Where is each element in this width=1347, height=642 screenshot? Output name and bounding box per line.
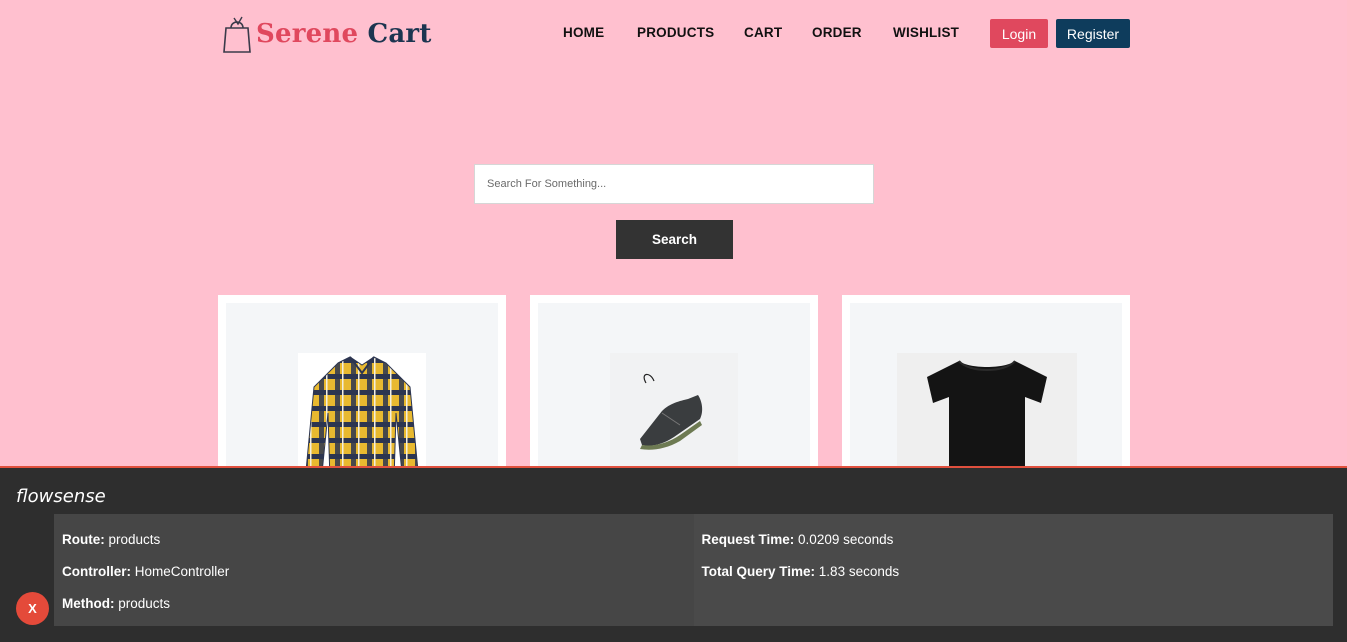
nav-cart[interactable]: CART [744,25,782,40]
product-card-sneaker[interactable] [530,295,818,475]
brand-logo[interactable]: Serene Cart [222,14,432,54]
product-card-tshirt[interactable] [842,295,1130,475]
debug-controller: Controller: HomeController [62,556,686,588]
debug-close-button[interactable]: X [16,592,49,625]
debug-query-time: Total Query Time: 1.83 seconds [702,556,1326,588]
debug-col-right: Request Time: 0.0209 seconds Total Query… [693,514,1333,626]
debug-request-time: Request Time: 0.0209 seconds [702,524,1326,556]
debug-query-time-label: Total Query Time: [701,564,816,579]
product-image-frame [538,303,810,467]
debug-request-time-value: 0.0209 seconds [798,532,894,547]
debug-route-label: Route: [62,532,105,547]
product-image-frame [226,303,498,467]
shopping-bag-icon [222,14,252,54]
brand-word-cart: Cart [367,19,432,49]
debug-request-time-label: Request Time: [701,532,795,547]
debug-method-value: products [118,596,171,611]
register-button[interactable]: Register [1056,19,1130,48]
plaid-shirt-image [298,353,426,467]
debug-method-label: Method: [62,596,115,611]
tshirt-image [897,353,1077,467]
nav-products[interactable]: PRODUCTS [637,25,714,40]
search-button[interactable]: Search [616,220,733,259]
debug-query-time-value: 1.83 seconds [818,564,900,579]
nav-order[interactable]: ORDER [812,25,862,40]
nav-wishlist[interactable]: WISHLIST [893,25,959,40]
debug-col-left: Route: products Controller: HomeControll… [54,514,694,626]
login-button[interactable]: Login [990,19,1048,48]
brand-name: Serene Cart [256,19,432,49]
product-card-plaid-shirt[interactable] [218,295,506,475]
nav-home[interactable]: HOME [563,25,604,40]
debug-method: Method: products [62,588,686,620]
debug-title: flowsense [16,486,106,507]
debug-toolbar: flowsense Route: products Controller: Ho… [0,466,1347,642]
debug-route-value: products [108,532,161,547]
search-input[interactable] [474,164,874,204]
debug-route: Route: products [62,524,686,556]
brand-word-serene: Serene [256,19,359,49]
product-image-frame [850,303,1122,467]
debug-controller-value: HomeController [134,564,230,579]
debug-panel: Route: products Controller: HomeControll… [54,514,1333,626]
sneaker-image [610,353,738,467]
debug-controller-label: Controller: [62,564,131,579]
